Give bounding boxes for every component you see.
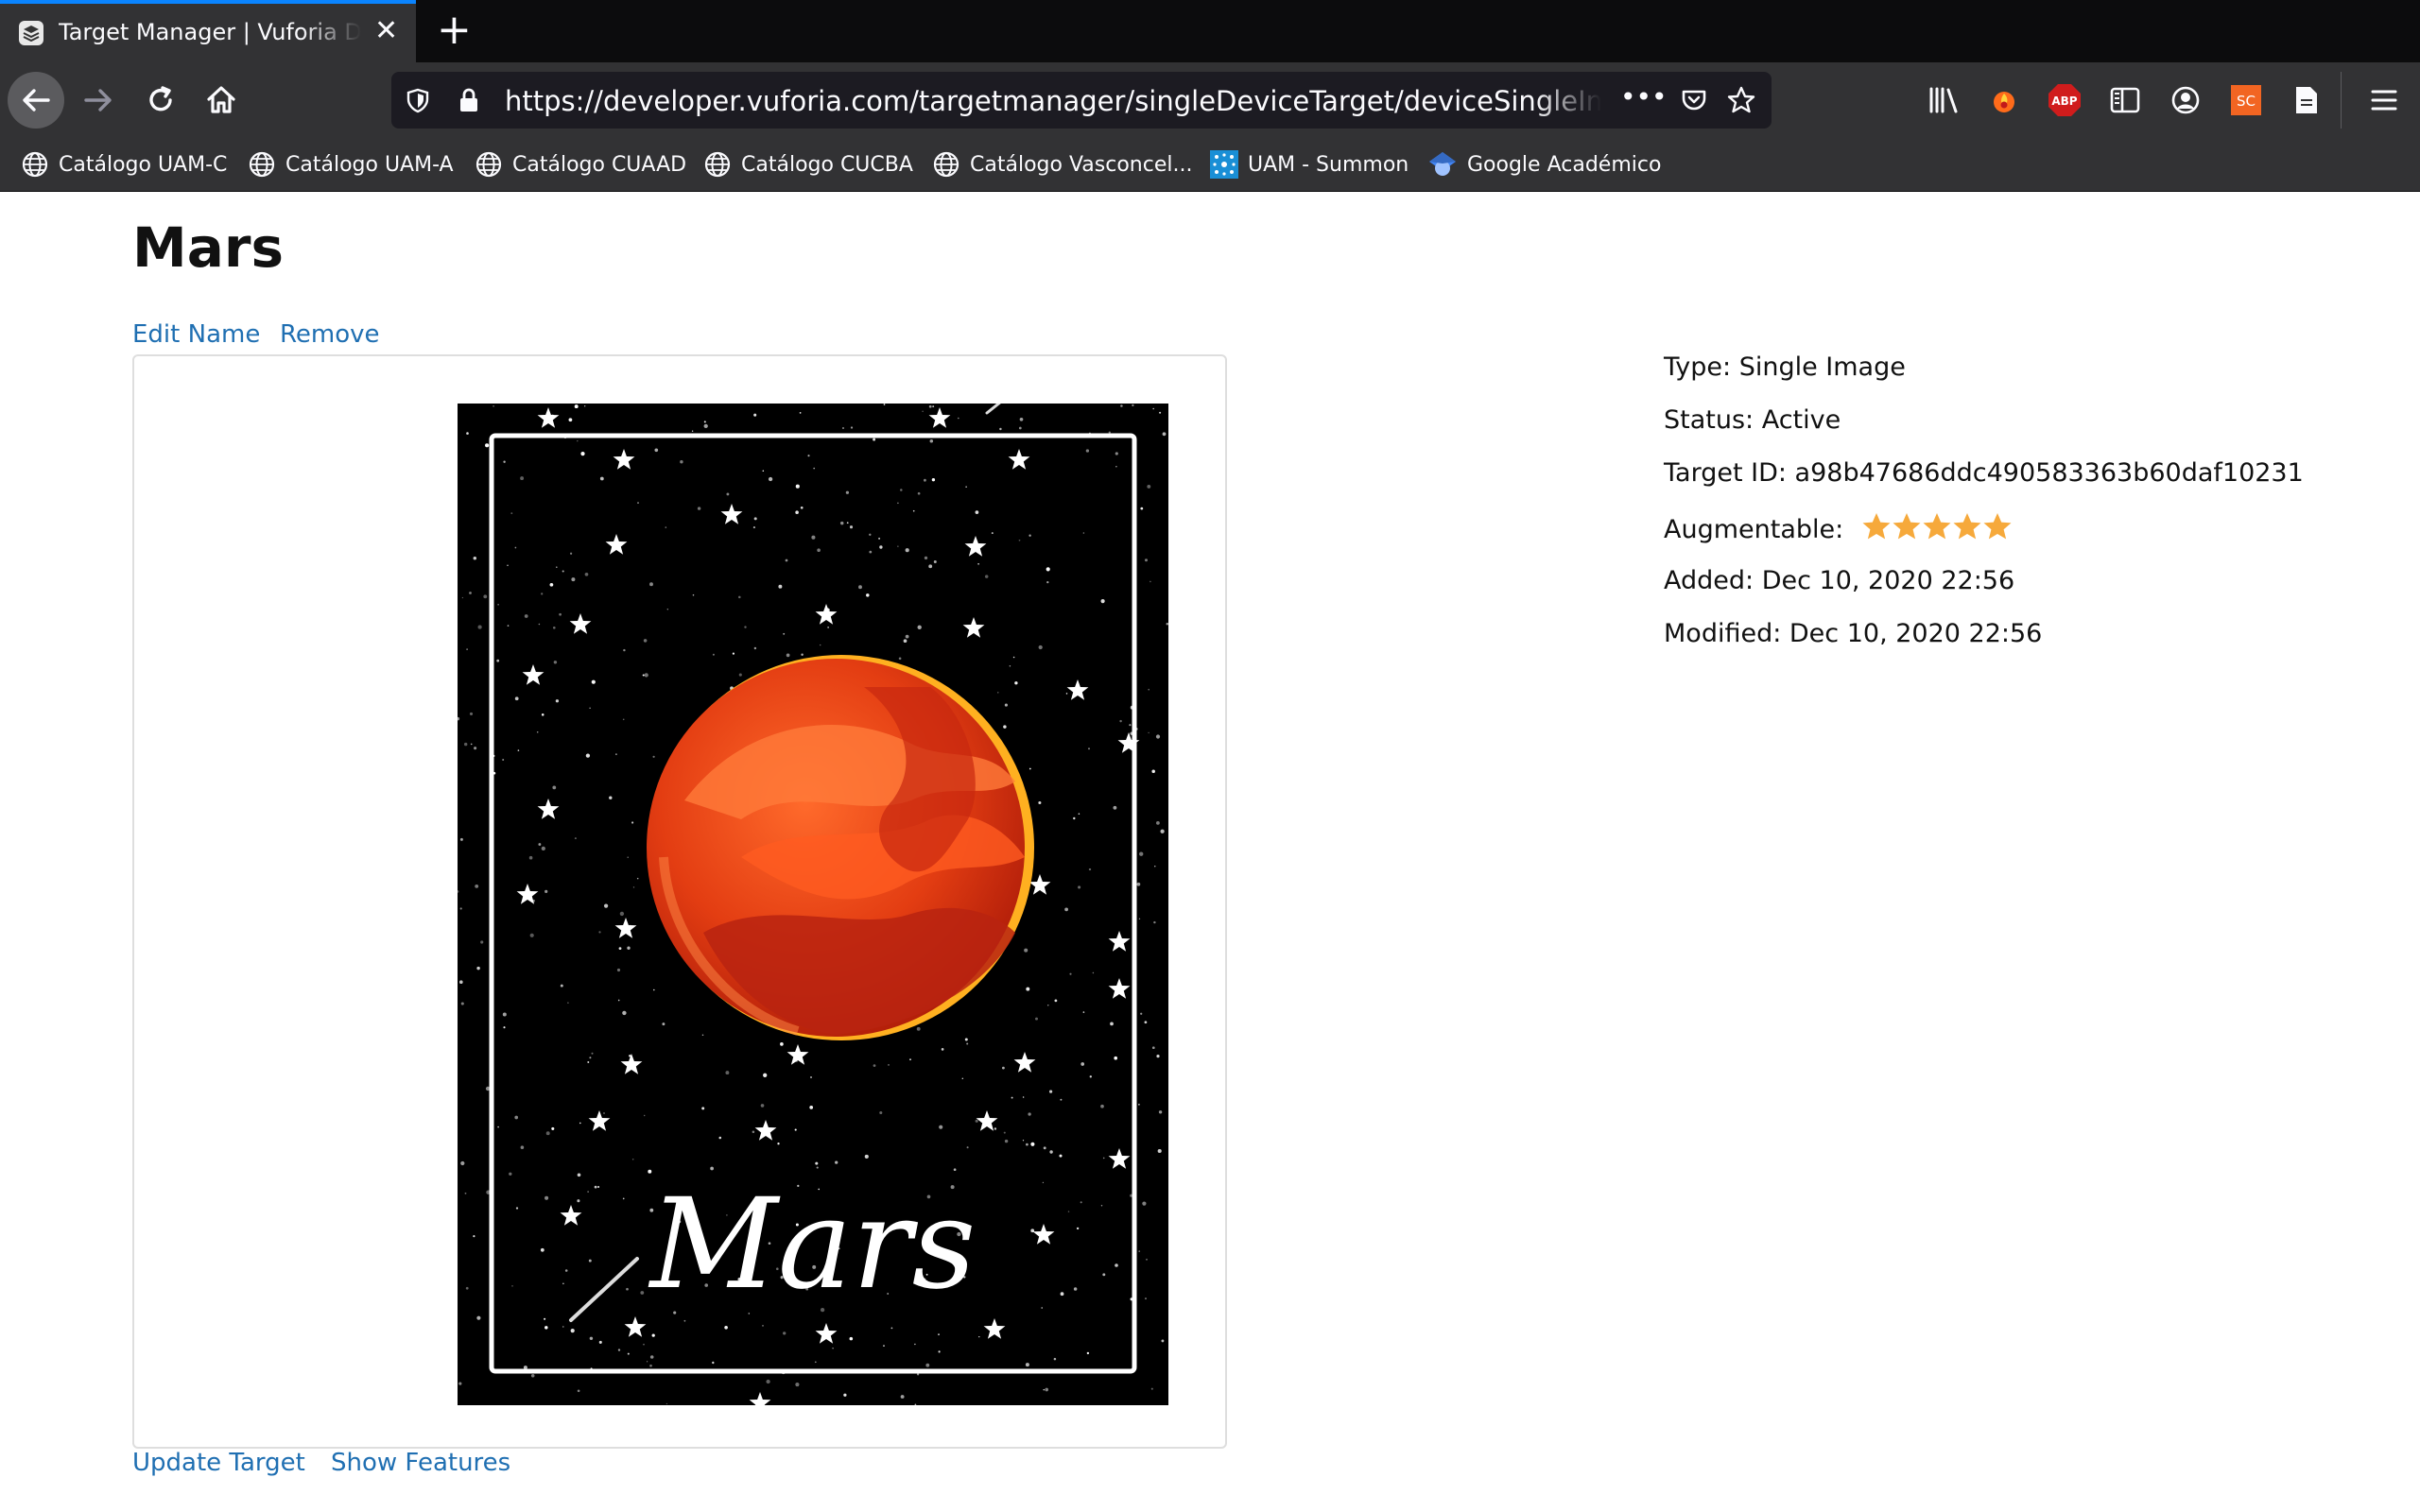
rating-star-icon [1983, 513, 2012, 540]
navigation-toolbar: https://developer.vuforia.com/targetmana… [0, 62, 2420, 138]
target-added: Added: Dec 10, 2020 22:56 [1664, 566, 2015, 595]
svg-text:SC: SC [2237, 93, 2256, 110]
tracking-protection-shield-icon[interactable] [403, 85, 433, 115]
show-features-link[interactable]: Show Features [331, 1449, 510, 1477]
remove-link[interactable]: Remove [280, 320, 380, 349]
rating-star-icon [1862, 513, 1891, 540]
arrow-right-icon [84, 89, 112, 112]
augmentable-rating [1861, 511, 2013, 548]
svg-text:ABP: ABP [2051, 94, 2077, 108]
rating-star-icon [1893, 513, 1921, 540]
globe-icon [22, 151, 48, 178]
sc-extension-icon[interactable]: SC [2225, 79, 2267, 121]
toolbar-divider [2341, 72, 2342, 129]
bookmark-item[interactable]: Catálogo CUCBA [703, 147, 913, 181]
bookmark-item[interactable]: Catálogo UAM-C [21, 147, 227, 181]
sidebar-toggle-icon[interactable] [2104, 79, 2146, 121]
bookmark-label: Catálogo UAM-A [285, 152, 454, 177]
account-icon[interactable] [2165, 79, 2206, 121]
reload-icon [149, 86, 172, 112]
target-status: Status: Active [1664, 405, 1841, 435]
bookmark-item[interactable]: Catálogo CUAAD [475, 147, 686, 181]
update-target-link[interactable]: Update Target [132, 1449, 305, 1477]
vuforia-favicon-icon [19, 21, 43, 45]
hamburger-menu-icon[interactable] [2363, 79, 2405, 121]
edit-name-link[interactable]: Edit Name [132, 320, 260, 349]
lock-icon[interactable] [454, 85, 484, 115]
bookmarks-toolbar: Catálogo UAM-C Catálogo UAM-A Catálogo C… [0, 138, 2420, 192]
bookmark-item[interactable]: Google Académico [1427, 147, 1661, 181]
arrow-left-icon [23, 89, 50, 112]
pocket-icon[interactable] [1679, 85, 1709, 115]
forward-button[interactable] [70, 72, 127, 129]
page-actions-more-icon[interactable]: ••• [1620, 81, 1668, 112]
bookmark-label: Catálogo CUCBA [741, 152, 913, 177]
home-button[interactable] [193, 72, 250, 129]
target-image-panel: Mars [132, 354, 1227, 1449]
firefox-extension-fire-icon[interactable] [1983, 79, 2025, 121]
tab-target-manager[interactable]: Target Manager | Vuforia Developer Porta… [0, 0, 416, 62]
document-extension-icon[interactable] [2286, 79, 2327, 121]
bookmark-star-icon[interactable] [1726, 85, 1756, 115]
target-image: Mars [458, 404, 1168, 1405]
bookmark-item[interactable]: UAM - Summon [1210, 147, 1409, 181]
bookmark-item[interactable]: Catálogo UAM-A [248, 147, 454, 181]
library-icon[interactable] [1923, 79, 1964, 121]
augmentable-label: Augmentable: [1664, 515, 1844, 544]
globe-icon [933, 151, 959, 178]
target-id: Target ID: a98b47686ddc490583363b60daf10… [1664, 458, 2304, 488]
url-text[interactable]: https://developer.vuforia.com/targetmana… [505, 85, 1601, 117]
summon-icon [1210, 150, 1238, 179]
page-title: Mars [132, 215, 284, 280]
adblock-plus-icon[interactable]: ABP [2044, 79, 2085, 121]
close-tab-icon[interactable]: ✕ [374, 15, 398, 47]
page-content: Mars Edit Name Remove Mars Update Target… [0, 192, 2420, 1512]
new-tab-button[interactable]: + [437, 6, 472, 55]
target-type: Type: Single Image [1664, 352, 1906, 382]
target-modified: Modified: Dec 10, 2020 22:56 [1664, 619, 2043, 648]
image-caption: Mars [648, 1172, 977, 1317]
bookmark-label: Catálogo Vasconcel... [970, 152, 1193, 177]
bookmark-label: Catálogo CUAAD [512, 152, 687, 177]
address-bar[interactable]: https://developer.vuforia.com/targetmana… [391, 72, 1772, 129]
augmentable-row: Augmentable: [1664, 511, 2013, 548]
reload-button[interactable] [132, 72, 189, 129]
bookmark-label: UAM - Summon [1248, 152, 1409, 177]
bookmark-label: Catálogo UAM-C [59, 152, 228, 177]
globe-icon [475, 151, 502, 178]
bookmark-item[interactable]: Catálogo Vasconcel... [932, 147, 1192, 181]
tab-title: Target Manager | Vuforia Developer Porta… [59, 19, 361, 45]
bookmark-label: Google Académico [1467, 152, 1662, 177]
rating-star-icon [1923, 513, 1951, 540]
globe-icon [704, 151, 731, 178]
globe-icon [249, 151, 275, 178]
back-button[interactable] [8, 72, 64, 129]
home-icon [207, 86, 235, 113]
rating-star-icon [1953, 513, 1981, 540]
scholar-icon [1429, 152, 1456, 176]
tab-strip: Target Manager | Vuforia Developer Porta… [0, 0, 2420, 62]
